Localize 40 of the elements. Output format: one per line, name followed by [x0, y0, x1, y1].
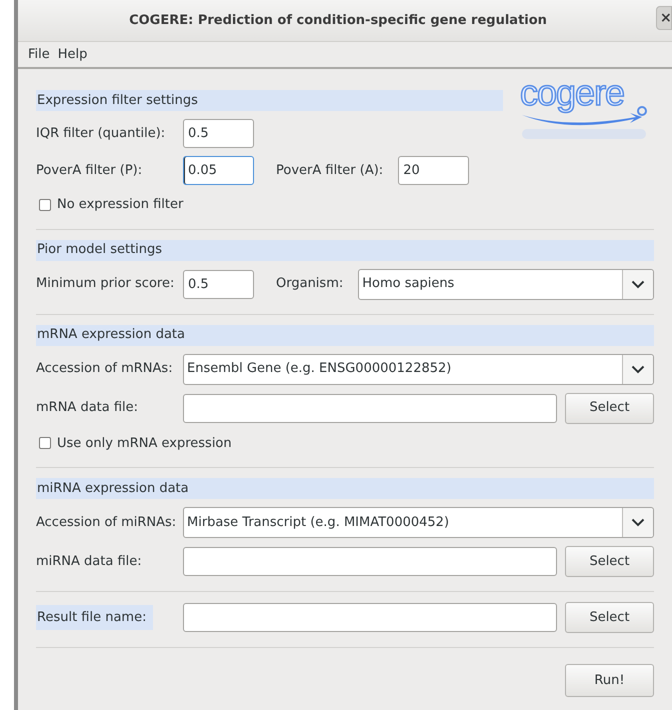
field-label: Result file name: [36, 604, 153, 630]
menu-item[interactable]: Help [54, 42, 92, 66]
field-label: PoverA filter (P): [36, 162, 144, 180]
chevron-down-icon [631, 364, 645, 374]
menu-item[interactable]: File [24, 42, 54, 66]
chevron-down-icon [631, 518, 645, 527]
section-heading: mRNA expression data [36, 324, 654, 346]
number-field[interactable]: 0.5 [183, 119, 254, 148]
checkbox[interactable] [39, 437, 51, 450]
close-button[interactable]: × [656, 6, 672, 30]
dropdown[interactable]: Ensembl Gene (e.g. ENSG00000122852) [183, 354, 654, 384]
file-path-field[interactable] [183, 547, 557, 576]
field-label: IQR filter (quantile): [36, 124, 166, 143]
checkbox-label: Use only mRNA expression [57, 434, 232, 452]
field-label: PoverA filter (A): [276, 162, 384, 180]
section-heading: miRNA expression data [36, 478, 654, 499]
dropdown[interactable]: Mirbase Transcript (e.g. MIMAT0000452) [183, 507, 654, 538]
file-path-field[interactable] [183, 603, 557, 632]
select-button[interactable]: Select [565, 546, 654, 577]
field-label: miRNA data file: [36, 552, 143, 571]
field-label: Accession of mRNAs: [36, 360, 174, 378]
checkbox-label: No expression filter [57, 196, 184, 214]
section-heading: Expression filter settings [36, 90, 503, 111]
select-button[interactable]: Select [565, 392, 654, 424]
run-button[interactable]: Run! [565, 664, 654, 697]
field-label: Organism: [276, 275, 344, 294]
logo: cogere [518, 81, 650, 147]
file-path-field[interactable] [183, 394, 557, 422]
number-field[interactable]: 0.5 [183, 270, 254, 298]
field-label: mRNA data file: [36, 399, 140, 418]
dropdown[interactable]: Homo sapiens [358, 268, 654, 300]
number-field[interactable]: 20 [398, 156, 470, 185]
select-button[interactable]: Select [565, 602, 654, 633]
window-title: COGERE: Prediction of condition-specific gene regulation [129, 12, 548, 30]
field-label: Minimum prior score: [36, 275, 176, 294]
field-label: Accession of miRNAs: [36, 514, 176, 532]
section-heading: Pior model settings [36, 240, 654, 260]
chevron-down-icon [631, 280, 645, 288]
checkbox[interactable] [39, 198, 51, 211]
number-field[interactable]: 0.05 [183, 156, 254, 185]
